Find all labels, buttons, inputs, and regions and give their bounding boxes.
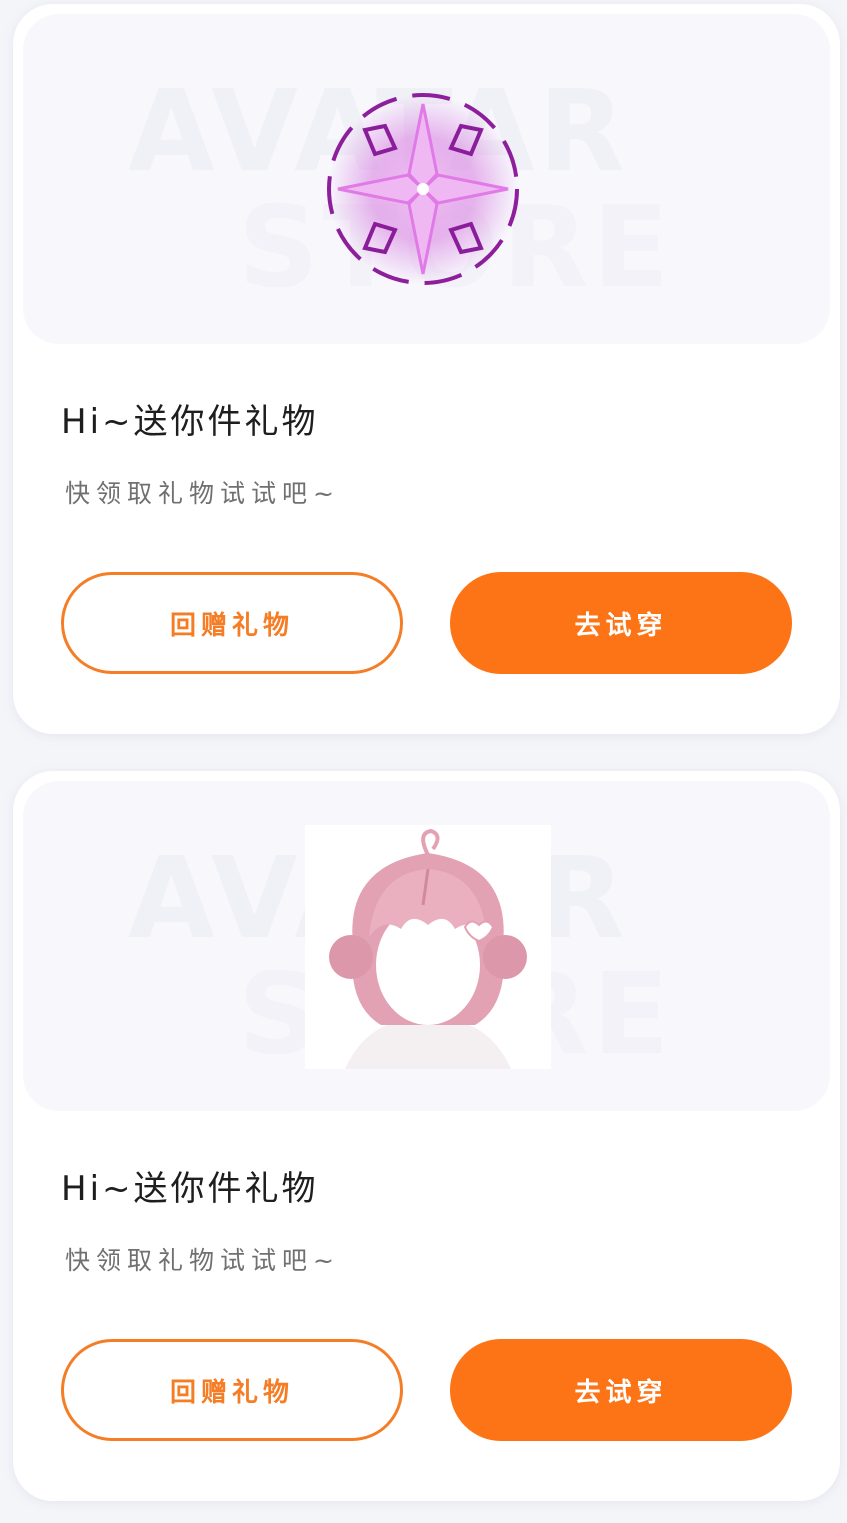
try-on-button[interactable]: 去试穿 <box>450 1339 792 1441</box>
gift-title: Hi~送你件礼物 <box>61 402 319 442</box>
gift-banner: AVATAR STORE <box>23 781 830 1111</box>
gift-subtitle: 快领取礼物试试吧~ <box>65 479 340 508</box>
return-gift-button[interactable]: 回赠礼物 <box>61 1339 403 1441</box>
purple-emblem-icon <box>327 93 519 285</box>
gift-banner: AVATAR STORE <box>23 14 830 344</box>
gift-card: AVATAR STORE H <box>13 771 840 1501</box>
gift-title: Hi~送你件礼物 <box>61 1169 319 1209</box>
gift-subtitle: 快领取礼物试试吧~ <box>65 1246 340 1275</box>
try-on-button[interactable]: 去试穿 <box>450 572 792 674</box>
hairstyle-preview <box>305 825 551 1069</box>
return-gift-button[interactable]: 回赠礼物 <box>61 572 403 674</box>
pink-hair-icon <box>329 828 527 1069</box>
gift-card: AVATAR STORE Hi~送你件礼物 快领取礼物试试吧~ 回赠礼 <box>13 4 840 734</box>
